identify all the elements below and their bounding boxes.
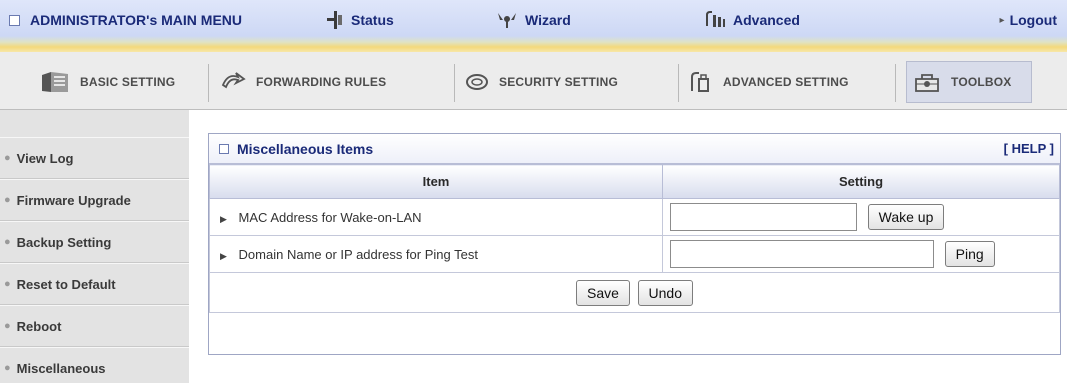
tab-security-setting-label: SECURITY SETTING: [499, 75, 618, 89]
actions-cell: Save Undo: [209, 272, 1060, 313]
tab-advanced-setting-label: ADVANCED SETTING: [723, 75, 849, 89]
nav-status-link[interactable]: Status: [326, 0, 394, 40]
toolbox-icon: [913, 70, 941, 94]
tab-divider: [678, 64, 679, 102]
undo-button[interactable]: Undo: [637, 279, 693, 306]
tab-toolbox[interactable]: TOOLBOX: [906, 61, 1032, 103]
nav-advanced-link[interactable]: Advanced: [704, 0, 800, 40]
row-setting-cell: Wake up: [662, 198, 1060, 236]
status-icon: [327, 11, 342, 29]
toolbox-sidebar: ● View Log ● Firmware Upgrade ● Backup S…: [0, 110, 189, 383]
sidebar-header: [0, 110, 189, 137]
sidebar-item-label: Firmware Upgrade: [16, 192, 131, 208]
column-header-setting: Setting: [662, 164, 1060, 199]
sidebar-item-miscellaneous[interactable]: ● Miscellaneous: [0, 347, 189, 383]
bullet-icon: ●: [4, 194, 11, 206]
sidebar-item-label: Miscellaneous: [16, 360, 106, 376]
nav-wizard-link[interactable]: Wizard: [496, 0, 571, 40]
sidebar-item-view-log[interactable]: ● View Log: [0, 137, 189, 179]
tab-forwarding-rules-label: FORWARDING RULES: [256, 75, 387, 89]
row-label: MAC Address for Wake-on-LAN: [238, 209, 422, 225]
nav-status-label: Status: [351, 12, 394, 28]
logout-label: Logout: [1009, 12, 1057, 28]
row-arrow-icon: ▶: [220, 250, 227, 261]
bullet-icon: ●: [4, 278, 11, 290]
sidebar-item-label: Reset to Default: [16, 276, 116, 292]
main-menu-title: ADMINISTRATOR's MAIN MENU: [9, 0, 242, 40]
row-arrow-icon: ▶: [220, 213, 227, 224]
panel-header: Miscellaneous Items [ HELP ]: [209, 134, 1060, 164]
logout-link[interactable]: ▸ Logout: [1000, 0, 1057, 40]
wake-up-button[interactable]: Wake up: [867, 204, 945, 230]
table-header-row: Item Setting: [209, 164, 1060, 199]
folder-icon: [40, 70, 70, 94]
tab-divider: [895, 64, 896, 102]
row-label: Domain Name or IP address for Ping Test: [238, 246, 478, 262]
sidebar-item-label: Backup Setting: [16, 234, 112, 250]
sidebar-item-reboot[interactable]: ● Reboot: [0, 305, 189, 347]
tab-forwarding-rules[interactable]: FORWARDING RULES: [220, 61, 386, 103]
panel-title-text: Miscellaneous Items: [237, 140, 374, 157]
tab-toolbox-label: TOOLBOX: [951, 75, 1012, 89]
tab-basic-setting[interactable]: BASIC SETTING: [40, 61, 175, 103]
tab-divider: [454, 64, 455, 102]
sidebar-item-backup-setting[interactable]: ● Backup Setting: [0, 221, 189, 263]
tab-advanced-setting[interactable]: ADVANCED SETTING: [689, 61, 849, 103]
bullet-icon: ●: [4, 362, 11, 374]
forwarding-arrow-icon: [220, 71, 246, 93]
sidebar-item-firmware-upgrade[interactable]: ● Firmware Upgrade: [0, 179, 189, 221]
wizard-icon: [498, 13, 516, 28]
miscellaneous-panel: Miscellaneous Items [ HELP ] Item Settin…: [208, 133, 1061, 355]
advanced-setting-icon: [689, 71, 713, 93]
advanced-icon: [706, 11, 725, 27]
nav-advanced-label: Advanced: [733, 12, 800, 28]
logout-arrow-icon: ▸: [999, 14, 1005, 26]
ping-button[interactable]: Ping: [944, 241, 995, 267]
panel-title: Miscellaneous Items: [219, 141, 373, 157]
sidebar-item-label: View Log: [16, 150, 74, 166]
tab-basic-setting-label: BASIC SETTING: [80, 75, 176, 89]
help-link[interactable]: [ HELP ]: [1004, 141, 1054, 156]
misc-settings-table: Item Setting ▶ MAC Address for Wake-on-L…: [209, 164, 1060, 313]
sidebar-item-label: Reboot: [16, 318, 62, 334]
settings-tab-bar: BASIC SETTING FORWARDING RULES SECURITY …: [0, 52, 1067, 110]
table-row: ▶ Domain Name or IP address for Ping Tes…: [209, 235, 1060, 273]
nav-wizard-label: Wizard: [525, 12, 571, 28]
save-button[interactable]: Save: [575, 279, 630, 306]
tab-divider: [208, 64, 209, 102]
table-row: ▶ MAC Address for Wake-on-LAN Wake up: [209, 198, 1060, 236]
ping-target-input[interactable]: [670, 240, 934, 268]
bullet-icon: ●: [4, 152, 11, 164]
row-label-cell: ▶ Domain Name or IP address for Ping Tes…: [209, 235, 663, 273]
top-menu-bar: ADMINISTRATOR's MAIN MENU Status Wizard …: [0, 0, 1067, 52]
security-ring-icon: [465, 72, 489, 92]
bullet-icon: ●: [4, 320, 11, 332]
tab-security-setting[interactable]: SECURITY SETTING: [465, 61, 618, 103]
menu-square-icon: [9, 14, 20, 26]
main-menu-title-text: ADMINISTRATOR's MAIN MENU: [30, 12, 243, 28]
mac-address-input[interactable]: [670, 203, 857, 231]
row-setting-cell: Ping: [662, 235, 1060, 273]
sidebar-item-reset-to-default[interactable]: ● Reset to Default: [0, 263, 189, 305]
row-label-cell: ▶ MAC Address for Wake-on-LAN: [209, 198, 663, 236]
panel-square-icon: [219, 143, 229, 154]
actions-row: Save Undo: [209, 272, 1060, 313]
column-header-item: Item: [209, 164, 663, 199]
bullet-icon: ●: [4, 236, 11, 248]
